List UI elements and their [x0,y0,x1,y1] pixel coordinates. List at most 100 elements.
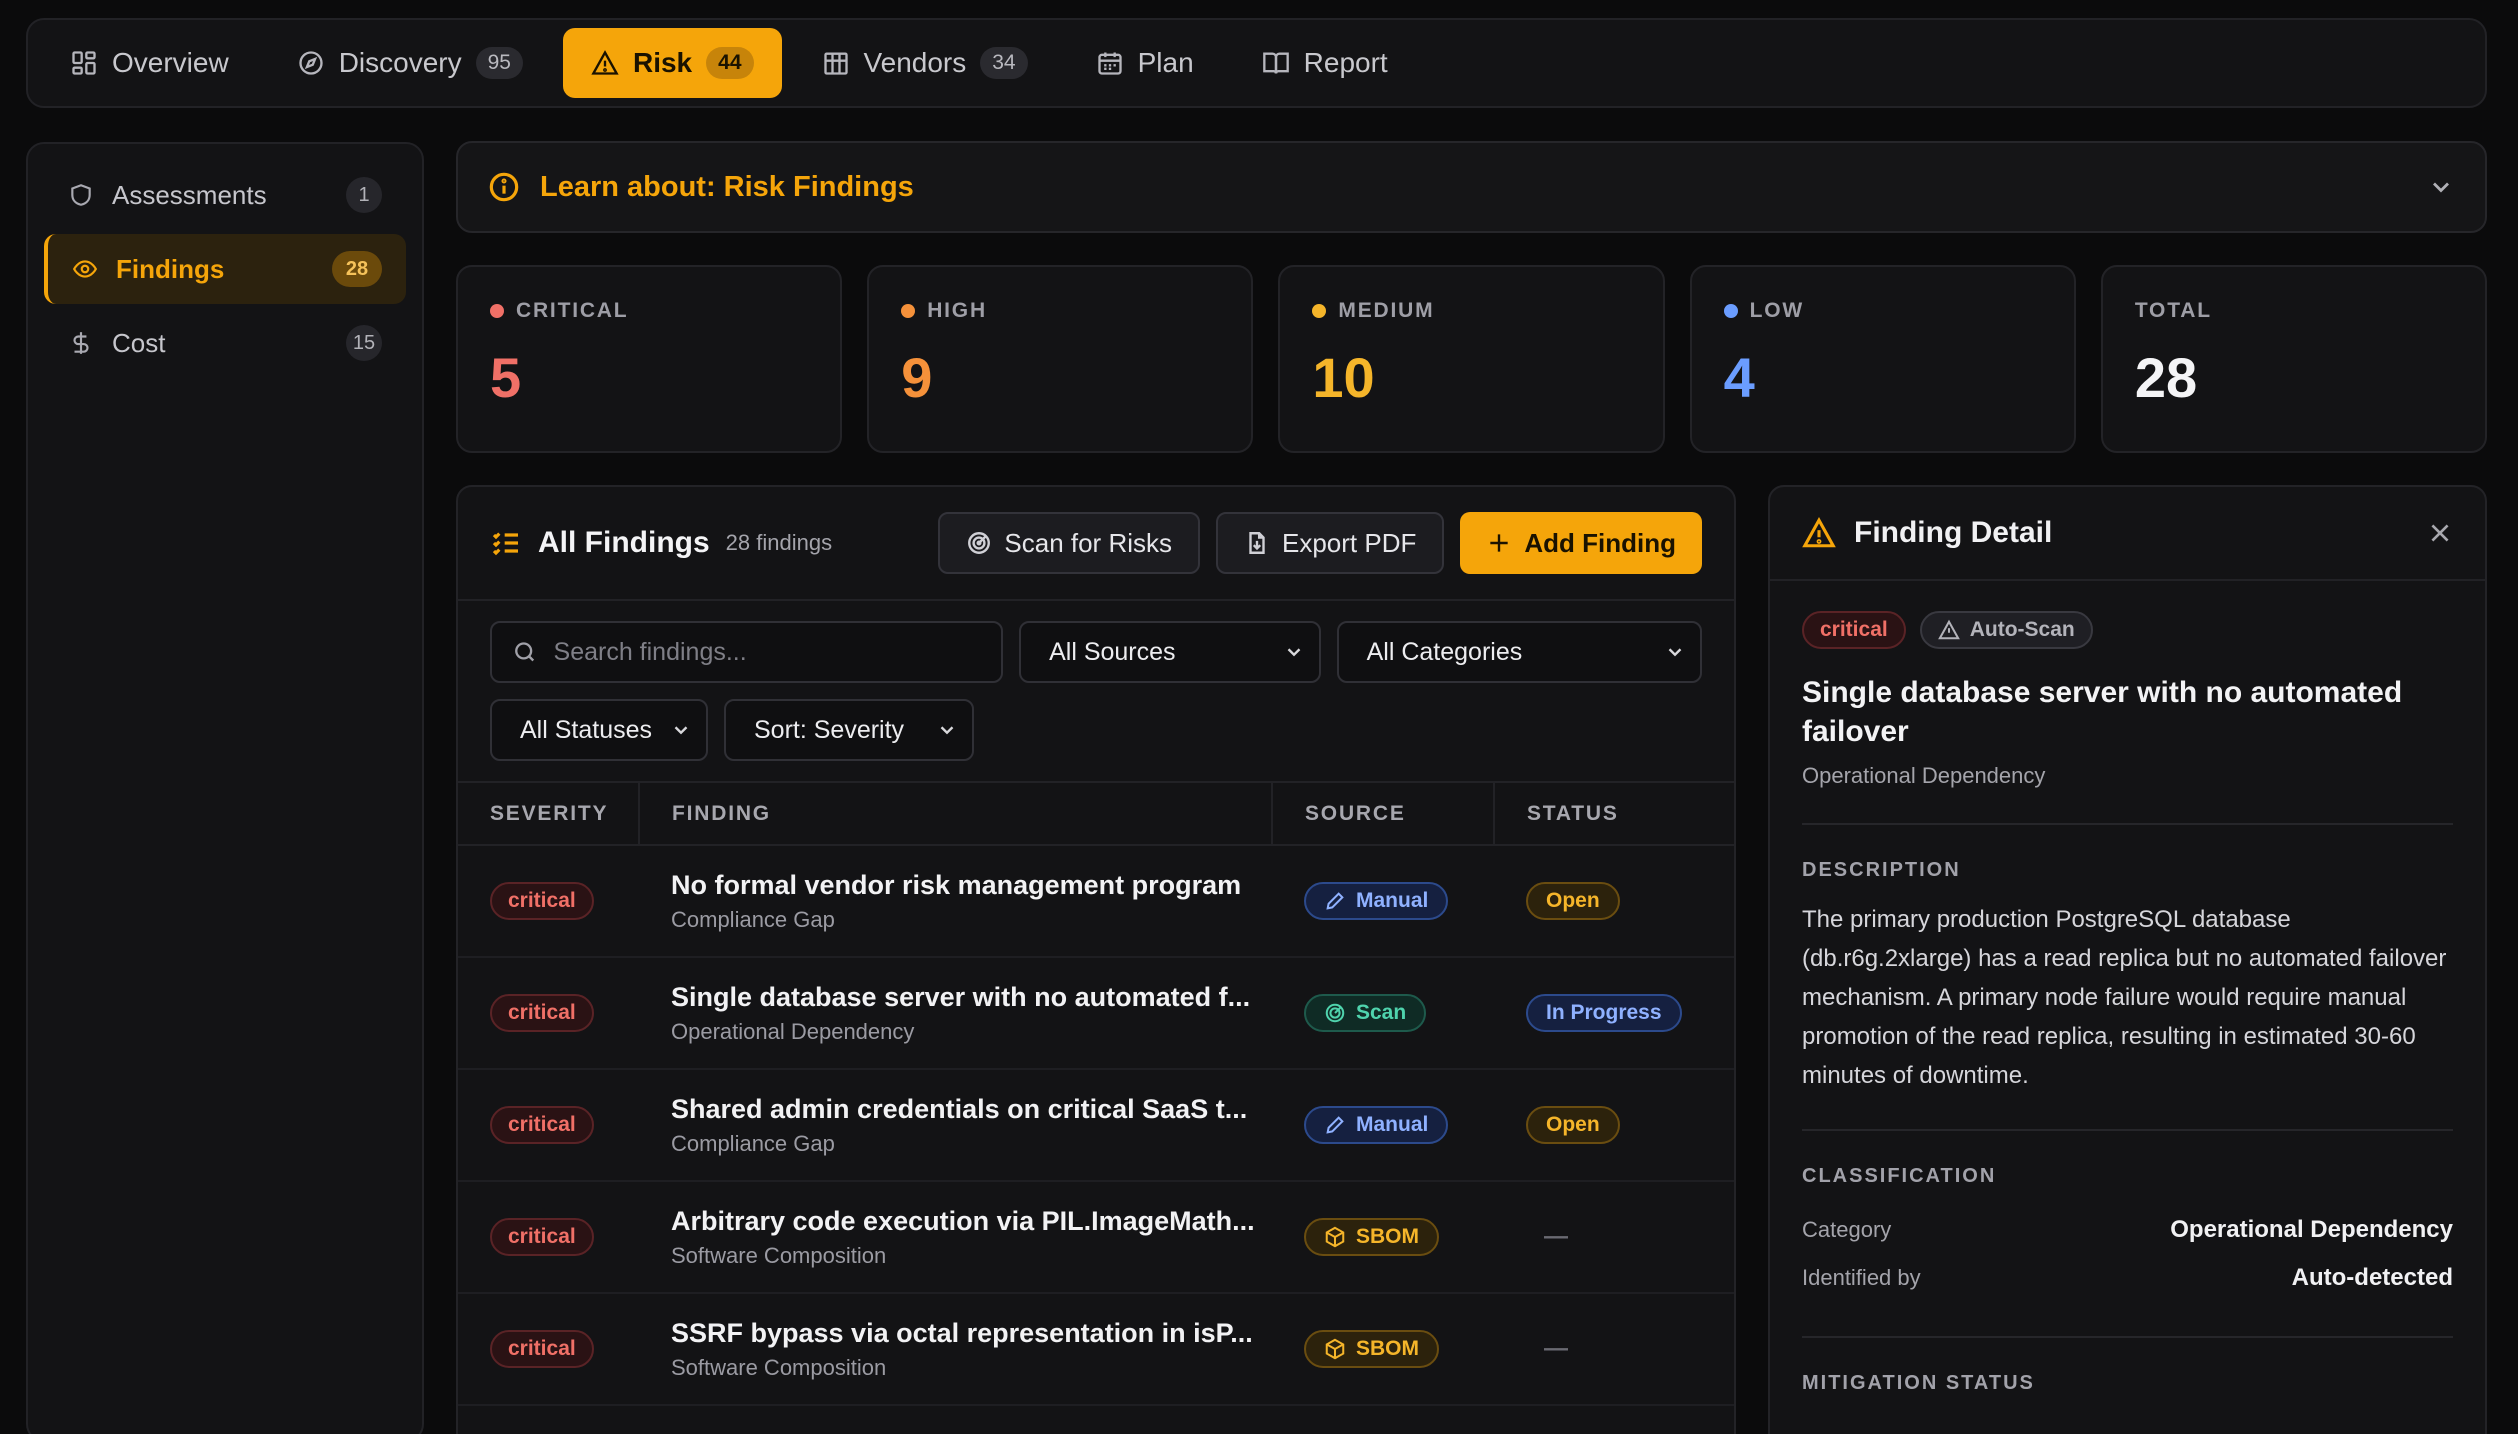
source-filter-value: All Sources [1049,637,1176,666]
scan-for-risks-button[interactable]: Scan for Risks [938,512,1200,574]
finding-category: Compliance Gap [671,1130,835,1156]
radar-icon [1325,1003,1345,1023]
pencil-icon [1326,1116,1344,1134]
warning-icon [591,50,619,75]
chevron-down-icon [1668,648,1682,657]
column-header-finding[interactable]: FINDING [639,783,1273,846]
tab-risk[interactable]: Risk 44 [562,28,782,98]
stat-dot [490,304,504,318]
source-badge: SBOM [1304,1330,1439,1368]
tab-report[interactable]: Report [1234,28,1416,98]
shield-icon [71,184,91,206]
severity-badge: critical [490,994,594,1032]
chevron-down-icon [674,726,688,735]
sidebar-item-count: 1 [346,177,382,213]
tab-label: Report [1303,47,1388,78]
category-value: Operational Dependency [2170,1216,2453,1243]
detail-header: Finding Detail [1770,487,2485,581]
sidebar: Assessments 1 Findings 28 Cost 15 [26,142,424,1434]
category-filter-select[interactable]: All Categories [1336,621,1702,683]
sidebar-item-count: 28 [332,251,382,287]
stat-dot [1723,304,1738,318]
learn-banner[interactable]: Learn about: Risk Findings [456,141,2487,233]
sidebar-item-label: Assessments [112,179,267,210]
source-label: Manual [1356,1113,1429,1136]
tab-discovery[interactable]: Discovery 95 [269,28,551,98]
stat-value: 10 [1312,346,1375,409]
sidebar-item-count: 15 [346,325,382,361]
warning-icon [1802,517,1836,548]
severity-badge: critical [1802,611,1906,649]
findings-count: 28 findings [725,530,833,555]
stat-total: TOTAL 28 [2100,265,2488,453]
add-finding-button[interactable]: Add Finding [1460,512,1702,574]
detail-finding-category: Operational Dependency [1802,763,2453,825]
stat-dot [901,304,916,318]
findings-title: All Findings [538,526,710,559]
tab-overview[interactable]: Overview [42,28,257,98]
file-download-icon [1249,532,1265,554]
column-header-status[interactable]: STATUS [1494,783,1734,846]
stat-label: TOTAL [2134,299,2212,322]
description-text: The primary production PostgreSQL databa… [1802,906,2447,1089]
top-tab-bar: Overview Discovery 95 Risk 44 Vendors 34… [26,18,2487,108]
radar-icon [968,532,991,554]
tab-vendors[interactable]: Vendors 34 [794,28,1056,98]
identified-by-value: Auto-detected [2291,1264,2453,1291]
category-filter-value: All Categories [1366,637,1523,666]
identified-by-key: Identified by [1802,1265,1921,1290]
table-row[interactable]: critical Shared admin credentials on cri… [458,1069,1734,1181]
export-pdf-button[interactable]: Export PDF [1216,512,1445,574]
finding-title: No formal vendor risk management program [671,869,1242,900]
column-header-source[interactable]: SOURCE [1272,783,1495,846]
checklist-icon [492,532,518,556]
export-pdf-label: Export PDF [1282,527,1417,558]
classification-heading: CLASSIFICATION [1802,1165,1997,1187]
source-filter-select[interactable]: All Sources [1019,621,1321,683]
mitigation-heading: MITIGATION STATUS [1802,1372,2035,1394]
status-badge: In Progress [1526,994,1682,1032]
sidebar-item-findings[interactable]: Findings 28 [44,234,406,304]
book-icon [1262,52,1289,74]
severity-badge: critical [490,1106,594,1144]
package-icon [1325,1226,1345,1248]
sidebar-item-assessments[interactable]: Assessments 1 [44,160,406,230]
status-empty: — [1544,1335,1568,1362]
table-row[interactable]: critical SSRF bypass via octal represent… [458,1293,1734,1405]
close-icon[interactable] [2427,520,2453,546]
table-row[interactable]: critical Single database server with no … [458,957,1734,1069]
search-box[interactable] [490,621,1004,683]
stat-label: MEDIUM [1338,299,1435,322]
severity-badge: critical [490,882,594,920]
stat-high: HIGH 9 [867,265,1254,453]
stat-label: LOW [1749,299,1804,322]
chevron-down-icon[interactable] [2427,173,2455,201]
status-filter-select[interactable]: All Statuses [490,699,708,761]
pencil-icon [1326,892,1344,910]
tab-label: Vendors [863,47,967,78]
table-row[interactable]: critical Arbitrary code execution via PI… [458,1181,1734,1293]
calendar-icon [1097,52,1122,75]
auto-scan-label: Auto-Scan [1969,618,2075,641]
table-row[interactable]: critical No formal vendor risk managemen… [458,845,1734,957]
stat-medium: MEDIUM 10 [1278,265,1665,453]
tab-label: Risk [632,47,693,78]
stat-low: LOW 4 [1689,265,2076,453]
finding-category: Software Composition [671,1354,887,1380]
building-icon [823,52,848,75]
tab-plan[interactable]: Plan [1068,28,1222,98]
sidebar-item-cost[interactable]: Cost 15 [44,308,406,378]
finding-detail-panel: Finding Detail critical Auto-Scan Single… [1768,485,2487,1434]
sort-select[interactable]: Sort: Severity [724,699,974,761]
add-finding-label: Add Finding [1524,527,1676,558]
compass-icon [299,51,323,75]
plus-icon [1490,534,1509,552]
source-label: SBOM [1356,1337,1419,1360]
stat-value: 9 [901,346,933,409]
source-label: SBOM [1356,1225,1419,1248]
column-header-severity[interactable]: SEVERITY [458,783,640,846]
severity-badge: critical [490,1330,594,1368]
filters: All Sources All Categories All Statuses … [458,601,1734,783]
package-icon [1325,1338,1345,1360]
search-input[interactable] [553,637,982,667]
